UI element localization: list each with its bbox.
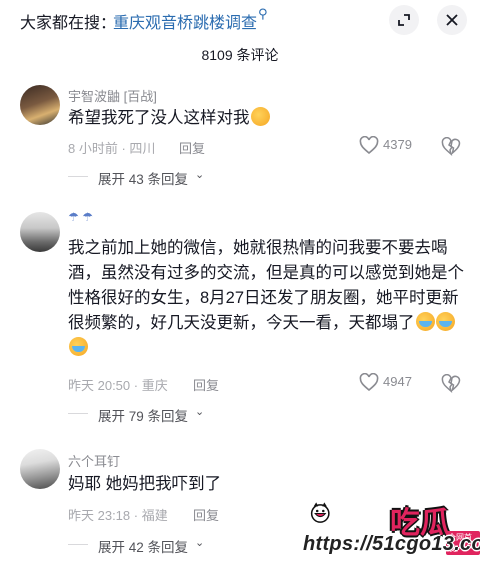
expand-replies-label: 展开 79 条回复	[98, 409, 189, 424]
search-prefix: 大家都在搜：	[20, 15, 117, 32]
expand-replies-label: 展开 42 条回复	[98, 540, 189, 555]
comment-text: 妈耶 她妈把我吓到了	[68, 475, 222, 493]
comment-username-emoji[interactable]: ☂ ☂	[68, 210, 93, 224]
avatar[interactable]	[20, 85, 60, 125]
crying-emoji	[415, 312, 435, 331]
comment-time-location: 8 小时前 · 四川	[68, 141, 156, 156]
broken-heart-icon[interactable]	[441, 374, 461, 393]
expand-icon	[398, 14, 410, 26]
top-search-bar: 大家都在搜： 重庆观音桥跳楼调查 ⚲	[0, 0, 480, 40]
comment-time-location: 昨天 20:50 · 重庆	[68, 378, 168, 393]
expand-replies-label: 展开 43 条回复	[98, 172, 189, 187]
heart-icon	[359, 372, 379, 392]
close-icon	[446, 14, 458, 26]
watermark-mascot-logo	[310, 502, 330, 523]
comment-count: 8109 条评论	[201, 47, 279, 63]
like-count: 4947	[383, 374, 412, 389]
comment-text: 希望我死了没人这样对我	[68, 106, 270, 131]
crying-emoji	[435, 312, 455, 331]
fullscreen-button[interactable]	[389, 5, 419, 35]
comment-text: 我之前加上她的微信，她就很热情的问我要不要去喝 酒，虽然没有过多的交流，但是真的…	[68, 236, 468, 361]
comment-username[interactable]: 宇智波鼬 [百战]	[68, 86, 157, 105]
avatar[interactable]	[20, 449, 60, 489]
comment-time-location: 昨天 23:18 · 福建	[68, 508, 168, 523]
reply-button[interactable]: 回复	[193, 375, 219, 394]
sweat-smile-emoji	[250, 107, 270, 126]
chevron-down-icon: ⌄	[195, 169, 205, 181]
divider-line	[68, 544, 88, 545]
watermark-url: https://51cgo13.com	[303, 533, 480, 555]
close-button[interactable]	[437, 5, 467, 35]
reply-button[interactable]: 回复	[193, 505, 219, 524]
crying-emoji	[69, 337, 88, 356]
search-suggestion-link[interactable]: 重庆观音桥跳楼调查	[113, 9, 257, 33]
like-button[interactable]: 4947	[359, 372, 412, 393]
broken-heart-icon[interactable]	[441, 137, 461, 156]
chevron-down-icon: ⌄	[195, 406, 205, 418]
search-icon[interactable]: ⚲	[258, 6, 268, 22]
comment-username[interactable]: 六个耳钉	[68, 451, 120, 470]
avatar[interactable]	[20, 212, 60, 252]
like-button[interactable]: 4379	[359, 135, 412, 156]
heart-icon	[359, 135, 379, 155]
like-count: 4379	[383, 137, 412, 152]
divider-line	[68, 413, 88, 414]
chevron-down-icon: ⌄	[195, 537, 205, 549]
reply-button[interactable]: 回复	[179, 138, 205, 157]
divider-line	[68, 176, 88, 177]
